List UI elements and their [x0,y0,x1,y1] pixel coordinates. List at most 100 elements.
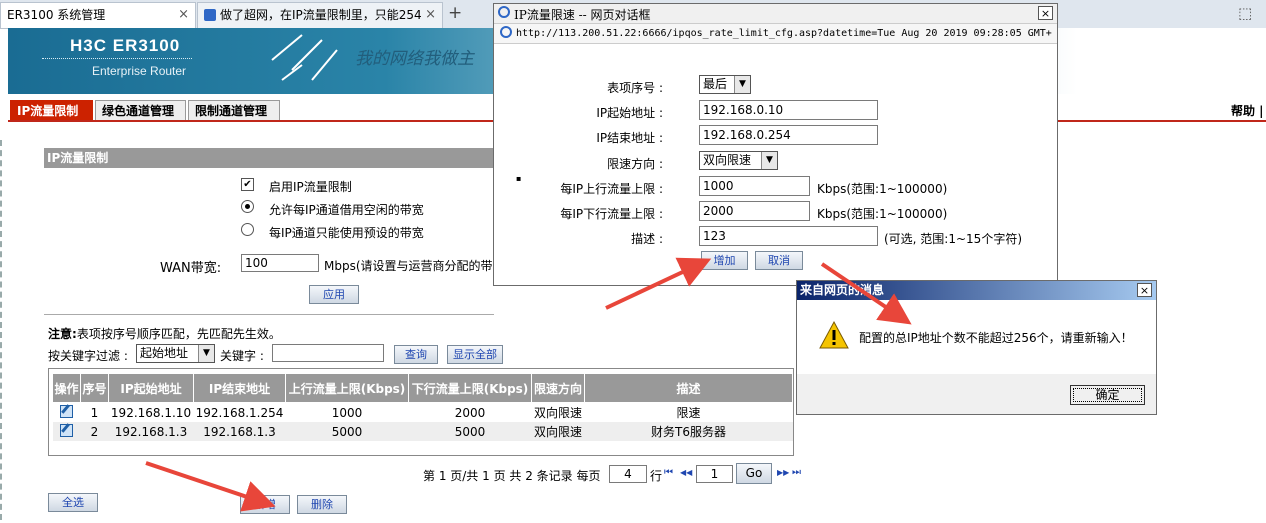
dialog-url: http://113.200.51.22:6666/ipqos_rate_lim… [516,28,1052,39]
start-ip-input[interactable]: 192.168.0.10 [699,100,878,120]
new-tab-button[interactable]: + [448,3,462,23]
next-page-icon[interactable]: ▶▶ [777,468,789,477]
end-ip-input[interactable]: 192.168.0.254 [699,125,878,145]
show-all-button[interactable]: 显示全部 [447,345,503,364]
entry-index-label: 表项序号 : [607,81,663,95]
table-row: 1 192.168.1.10 192.168.1.254 1000 2000 双… [53,403,793,423]
first-page-icon[interactable]: ⏮ [664,467,673,478]
ie-icon [498,6,510,18]
end-ip-label: IP结束地址 : [596,131,663,145]
add-button[interactable]: 新增 [240,495,290,514]
enable-label: 启用IP流量限制 [269,180,352,194]
rate-limit-table: 操作 序号 IP起始地址 IP结束地址 上行流量上限(Kbps) 下行流量上限(… [52,373,793,441]
close-icon[interactable]: × [178,3,189,27]
last-page-icon[interactable]: ⏭ [792,467,801,478]
browser-tab-question[interactable]: 做了超网，在IP流量限制里，只能254 × [197,2,443,28]
chevron-down-icon: ▼ [198,345,214,362]
query-button[interactable]: 查询 [394,345,438,364]
cell-direction: 双向限速 [533,406,582,420]
allow-borrow-radio[interactable] [241,200,254,213]
alert-title: 来自网页的消息 [797,281,1156,300]
tab-ip-rate-limit[interactable]: IP流量限制 [10,100,93,121]
downlink-input[interactable]: 2000 [699,201,810,221]
select-all-button[interactable]: 全选 [48,493,98,512]
downlink-label: 每IP下行流量上限 : [560,207,663,221]
row-unit: 行 [650,469,663,483]
direction-select[interactable]: 双向限速 ▼ [699,151,778,170]
dialog-title: IP流量限速 -- 网页对话框 [514,8,651,22]
description-input[interactable]: 123 [699,226,878,246]
alert-ok-button[interactable]: 确定 [1070,385,1145,405]
uplink-label: 每IP上行流量上限 : [560,182,663,196]
dialog-cancel-button[interactable]: 取消 [755,251,803,270]
edit-icon[interactable] [60,423,73,437]
dialog-add-button[interactable]: 增加 [701,251,748,270]
table-header-row: 操作 序号 IP起始地址 IP结束地址 上行流量上限(Kbps) 下行流量上限(… [52,373,793,403]
cell-index: 2 [80,422,109,441]
chevron-down-icon: ▼ [734,76,750,93]
per-page-input[interactable]: 4 [609,465,647,483]
page-edge [0,140,4,520]
entry-index-value: 最后 [703,77,728,91]
wan-label: WAN带宽: [160,261,222,276]
tab-green-channel[interactable]: 绿色通道管理 [95,100,186,121]
col-start-ip: IP起始地址 [108,373,194,403]
brand-subtitle: Enterprise Router [92,64,187,78]
alert-close-button[interactable]: × [1137,283,1152,297]
note-bold: 注意: [48,327,77,341]
cell-direction: 双向限速 [531,422,585,441]
fixed-bandwidth-radio[interactable] [241,223,254,236]
table-row: 2 192.168.1.3 192.168.1.3 5000 5000 双向限速… [52,422,793,441]
direction-value: 双向限速 [703,153,752,167]
apply-button[interactable]: 应用 [309,285,359,304]
edit-cell [53,403,81,423]
cell-downlink: 5000 [408,422,532,441]
edit-icon[interactable] [60,404,73,418]
keyword-input[interactable] [272,344,384,362]
cell-description: 财务T6服务器 [584,422,793,441]
browser-menu-icon[interactable]: ⬚ [1238,4,1252,22]
wan-bandwidth-input[interactable]: 100 [241,254,319,272]
delete-button[interactable]: 删除 [297,495,347,514]
prev-page-icon[interactable]: ◀◀ [680,468,692,477]
col-downlink: 下行流量上限(Kbps) [408,373,532,403]
tab-limit-channel[interactable]: 限制通道管理 [188,100,280,121]
fixed-bandwidth-label: 每IP通道只能使用预设的带宽 [269,226,424,240]
tab-title: 做了超网，在IP流量限制里，只能254 [220,8,422,22]
warning-icon [819,320,849,349]
banner-slogan: 我的网络我做主 [355,49,474,69]
description-hint: (可选, 范围:1~15个字符) [884,232,1022,246]
edit-cell [52,422,81,441]
note-text: 表项按序号顺序匹配，先匹配先生效。 [76,327,281,341]
help-link[interactable]: 帮助 | [1231,102,1264,119]
close-icon[interactable]: × [425,3,436,27]
page-input[interactable]: 1 [696,465,733,483]
col-end-ip: IP结束地址 [193,373,286,403]
page-icon [204,9,216,21]
col-direction: 限速方向 [531,373,585,403]
chevron-down-icon: ▼ [761,152,777,169]
cell-start-ip: 192.168.1.3 [108,422,194,441]
note: 注意:表项按序号顺序匹配，先匹配先生效。 [48,325,281,342]
pagination-text: 第 1 页/共 1 页 共 2 条记录 每页 [423,469,601,483]
uplink-unit: Kbps(范围:1~100000) [817,182,948,196]
description-label: 描述 : [631,232,663,246]
allow-borrow-label: 允许每IP通道借用空闲的带宽 [269,203,424,217]
entry-index-select[interactable]: 最后 ▼ [699,75,751,94]
browser-tab-system[interactable]: ER3100 系统管理 × [0,2,196,28]
col-uplink: 上行流量上限(Kbps) [285,373,409,403]
tab-title: ER3100 系统管理 [7,8,106,22]
filter-field-select[interactable]: 起始地址 ▼ [136,344,215,363]
col-index: 序号 [80,373,109,403]
filter-field-value: 起始地址 [140,346,189,360]
start-ip-label: IP起始地址 : [596,106,663,120]
banner-decoration [271,34,338,81]
uplink-input[interactable]: 1000 [699,176,810,196]
brand-logo: H3C ER3100 [70,36,181,55]
enable-checkbox[interactable]: ✔ [241,178,254,191]
go-button[interactable]: Go [736,463,772,484]
keyword-filter-label: 按关键字过滤 : [48,349,128,363]
ie-icon [500,26,512,38]
dialog-close-button[interactable]: × [1038,6,1053,20]
cell-downlink: 2000 [454,405,486,420]
